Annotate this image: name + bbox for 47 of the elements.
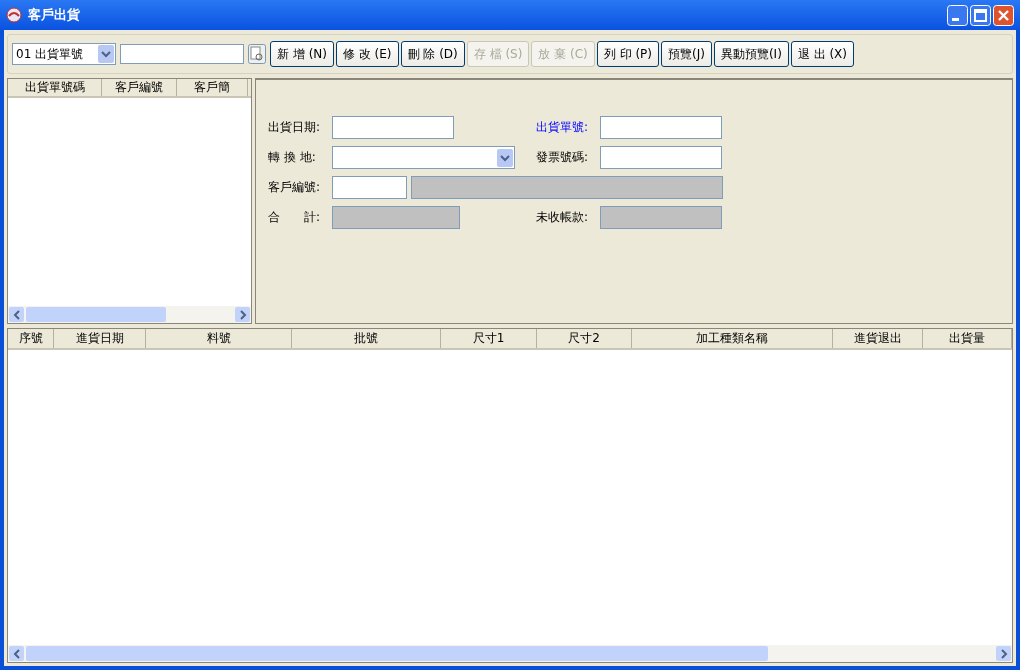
field-label: 出貨單號: — [536, 119, 590, 136]
scroll-thumb[interactable] — [26, 646, 768, 661]
search-field[interactable] — [120, 44, 244, 64]
column-header[interactable]: 客戶簡 — [177, 79, 248, 96]
column-header[interactable]: 尺寸1 — [441, 329, 537, 348]
scroll-right-icon[interactable] — [996, 646, 1011, 661]
toolbar-button[interactable]: 刪 除 (D) — [400, 41, 465, 67]
column-header[interactable]: 進貨日期 — [54, 329, 146, 348]
scroll-left-icon[interactable] — [9, 307, 24, 322]
input-field[interactable] — [332, 116, 454, 139]
column-header[interactable]: 料號 — [146, 329, 292, 348]
column-header[interactable]: 進貨退出 — [833, 329, 923, 348]
column-header[interactable]: 客戶編號 — [102, 79, 177, 96]
toolbar-button[interactable]: 修 改 (E) — [335, 41, 399, 67]
scroll-thumb[interactable] — [26, 307, 166, 322]
scroll-right-icon[interactable] — [235, 307, 250, 322]
column-header[interactable]: 序號 — [8, 329, 54, 348]
scroll-left-icon[interactable] — [9, 646, 24, 661]
column-header[interactable]: 加工種類名稱 — [632, 329, 833, 348]
app-icon — [6, 7, 22, 23]
field-label: 客戶編號: — [268, 179, 322, 196]
input-field[interactable] — [600, 146, 722, 169]
field-label: 未收帳款: — [536, 209, 590, 226]
horizontal-scrollbar[interactable] — [8, 306, 251, 323]
close-icon[interactable] — [993, 4, 1014, 26]
column-header[interactable]: 批號 — [292, 329, 441, 348]
toolbar-button[interactable]: 異動預覽(I) — [713, 41, 789, 67]
search-by-dropdown[interactable]: 01 出貨單號 — [12, 43, 116, 65]
field-label: 發票號碼: — [536, 149, 590, 166]
horizontal-scrollbar[interactable] — [8, 645, 1012, 662]
input-field[interactable] — [332, 176, 407, 199]
window-title: 客戶出貨 — [28, 6, 81, 24]
search-icon[interactable] — [248, 44, 266, 64]
input-field[interactable] — [600, 116, 722, 139]
maximize-icon[interactable] — [970, 4, 991, 26]
toolbar-button[interactable]: 列 印 (P) — [596, 41, 659, 67]
field-label: 出貨日期: — [268, 119, 322, 136]
column-header[interactable]: 出貨量 — [923, 329, 1012, 348]
column-header[interactable]: 出貨單號碼 — [8, 79, 102, 96]
column-header[interactable]: 尺寸2 — [537, 329, 632, 348]
toolbar-button[interactable]: 新 增 (N) — [270, 41, 334, 67]
toolbar-button[interactable]: 退 出 (X) — [790, 41, 855, 67]
field-label: 合 計: — [268, 209, 322, 226]
field-label: 轉 換 地: — [268, 149, 317, 166]
minimize-icon[interactable] — [947, 4, 968, 26]
toolbar-button[interactable]: 預覽(J) — [661, 41, 712, 67]
dropdown-field[interactable] — [332, 146, 515, 169]
